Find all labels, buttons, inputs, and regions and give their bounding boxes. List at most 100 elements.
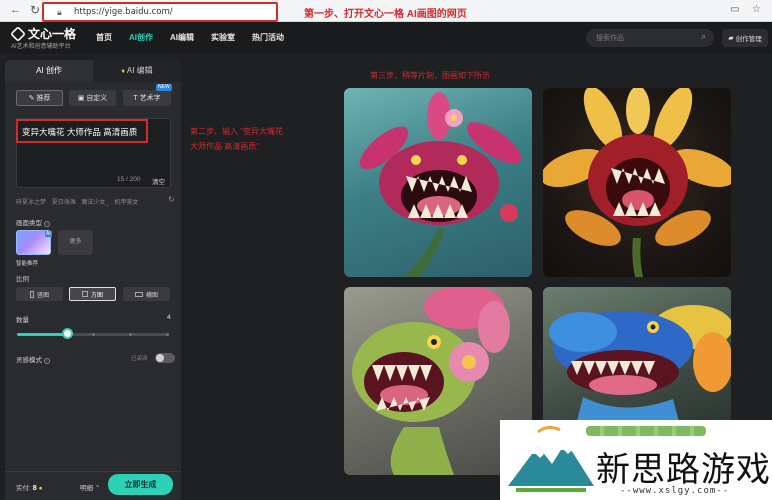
url-text: https://yige.baidu.com/ [74, 7, 173, 17]
ratio-vertical-label: 竖图 [36, 292, 49, 299]
inspire-mode-state: 已关闭 [131, 356, 148, 362]
reload-icon[interactable]: ↻ [30, 3, 40, 17]
inspire-label-text: 灵感模式 [16, 357, 42, 364]
watermark-title: 新思路游戏 [596, 450, 771, 490]
browser-toolbar: ← ↻ 🔒︎ https://yige.baidu.com/ 第一步、打开文心一… [0, 0, 772, 22]
panel-tabs: AI 创作 ♦ AI 编辑 [5, 60, 181, 82]
tab-ai-create[interactable]: AI 创作 [5, 60, 93, 82]
style-ai-badge: AI [45, 231, 52, 237]
brush-icon: ✎ [28, 95, 35, 102]
mode-custom-label: 自定义 [86, 95, 108, 102]
flower-monster-2-art [543, 88, 731, 277]
generated-image-1[interactable] [344, 88, 532, 277]
image-icon: ▣ [77, 95, 85, 102]
nav-lab[interactable]: 实验室 [211, 32, 235, 43]
inspire-mode-toggle[interactable] [155, 353, 175, 363]
flower-monster-1-art [359, 92, 522, 277]
prompt-text: 变异大嘴花 大师作品 高清画质 [22, 127, 138, 137]
back-arrow-icon[interactable]: ← [10, 4, 21, 16]
quantity-value: 4 [167, 314, 171, 321]
detail-button[interactable]: 明细 ⌃ [80, 482, 100, 492]
nav-home[interactable]: 首页 [96, 32, 112, 43]
mountain-logo-icon [508, 425, 594, 492]
mode-recommend-button[interactable]: ✎ 推荐 [16, 90, 63, 106]
app-header: 文心一格 AI艺术和创意辅助平台 首页 AI创作 AI编辑 实验室 热门活动 ⌕… [0, 22, 772, 54]
app-subtitle: AI艺术和创意辅助平台 [11, 44, 71, 50]
step1-annotation: 第一步、打开文心一格 AI画图的网页 [304, 9, 467, 20]
style-label-text: 画面类型 [16, 220, 42, 227]
tab-create-label: AI 创作 [36, 66, 62, 75]
folder-icon: ▰ [728, 35, 734, 42]
inspire-mode-label: 灵感模式 i [16, 354, 50, 364]
credits-value: 8 [32, 483, 37, 492]
search-icon[interactable]: ⌕ [701, 31, 706, 42]
step2-line2: 大师作品 高清画质" [190, 142, 260, 151]
style-label: 画面类型 i [16, 217, 50, 227]
toggle-knob [156, 354, 164, 362]
info-icon[interactable]: i [44, 358, 50, 364]
suggestion-item[interactable]: 魔法少女_ [81, 200, 108, 206]
generate-button[interactable]: 立即生成 [108, 474, 173, 495]
logo-icon [10, 26, 26, 42]
slider-tick [129, 333, 132, 336]
lock-icon: 🔒︎ [57, 7, 62, 17]
suggestion-item[interactable]: 碎夏冰之梦 [16, 200, 46, 206]
slider-tick [92, 333, 95, 336]
step2-line1: 第二步、输入 "变异大嘴花 [190, 127, 284, 136]
credits: 实付: 8 ● [16, 482, 43, 492]
suggestion-item[interactable]: 机甲美女 [114, 200, 138, 206]
quantity-label: 数量 [16, 317, 29, 324]
mode-recommend-label: 推荐 [36, 95, 51, 102]
refresh-icon[interactable]: ↻ [168, 195, 175, 204]
favorite-icon[interactable]: ☆ [752, 4, 761, 15]
nav-ai-create[interactable]: AI创作 [129, 32, 153, 43]
step2-annotation: 第二步、输入 "变异大嘴花 大师作品 高清画质" [190, 124, 300, 154]
mode-art-font-label: 艺术字 [139, 95, 161, 102]
detail-label: 明细 [80, 485, 93, 492]
slider-tick [166, 333, 169, 336]
search-input[interactable] [596, 32, 686, 44]
create-panel: AI 创作 ♦ AI 编辑 ✎ 推荐 ▣ 自定义 T 艺术字 NEW 变异大嘴花 大师… [5, 60, 181, 500]
info-icon[interactable]: i [44, 221, 50, 227]
tab-edit-label: AI 编辑 [126, 66, 153, 75]
flower-monster-4-art [549, 305, 731, 437]
square-ratio-icon [81, 291, 88, 297]
prompt-char-count: 15 / 200 [117, 176, 141, 183]
suggestion-item[interactable]: 夏日海滩 [52, 200, 76, 206]
address-bar[interactable]: 🔒︎ https://yige.baidu.com/ [42, 2, 278, 22]
app-name[interactable]: 文心一格 [28, 25, 76, 42]
ratio-horizontal-button[interactable]: 横图 [123, 287, 170, 301]
style-caption: 智能推荐 [16, 261, 39, 267]
nav-events[interactable]: 热门活动 [252, 32, 284, 43]
watermark-url: --www.xslgy.com-- [620, 486, 730, 496]
prompt-suggestions: 碎夏冰之梦 夏日海滩 魔法少女_ 机甲美女 [16, 197, 176, 206]
search-box: ⌕ [586, 29, 714, 47]
ratio-horizontal-label: 横图 [145, 292, 158, 299]
vertical-ratio-icon [29, 290, 34, 298]
reader-mode-icon[interactable]: ▭ [730, 4, 739, 15]
creation-manage-button[interactable]: ▰ 创作管理 [722, 29, 768, 47]
clear-button[interactable]: 清空 [152, 176, 165, 186]
generated-image-4[interactable] [543, 287, 731, 437]
site-watermark: 新思路游戏 --www.xslgy.com-- [500, 420, 772, 500]
chevron-up-icon: ⌃ [94, 485, 101, 492]
style-more-button[interactable]: 更多 [58, 230, 93, 255]
watermark-banner [586, 426, 706, 436]
step3-annotation: 第三步、稍等片刻，图画如下所示 [370, 71, 490, 80]
quantity-slider[interactable] [17, 333, 169, 336]
generated-image-2[interactable] [543, 88, 731, 277]
mode-art-font-button[interactable]: T 艺术字 [123, 90, 171, 106]
ratio-square-button[interactable]: 方图 [69, 287, 116, 301]
ratio-square-label: 方图 [90, 292, 103, 299]
coin-icon: ● [38, 485, 43, 492]
mode-custom-button[interactable]: ▣ 自定义 [69, 90, 116, 106]
new-badge: NEW [156, 84, 172, 91]
nav-ai-edit[interactable]: AI编辑 [170, 32, 194, 43]
tab-ai-edit[interactable]: ♦ AI 编辑 [93, 60, 181, 82]
slider-handle[interactable] [61, 328, 73, 339]
main-nav: 首页 AI创作 AI编辑 实验室 热门活动 [96, 32, 301, 43]
slider-fill [17, 333, 68, 336]
text-icon: T [133, 94, 138, 102]
ratio-vertical-button[interactable]: 竖图 [16, 287, 63, 301]
manage-label: 创作管理 [735, 36, 762, 43]
